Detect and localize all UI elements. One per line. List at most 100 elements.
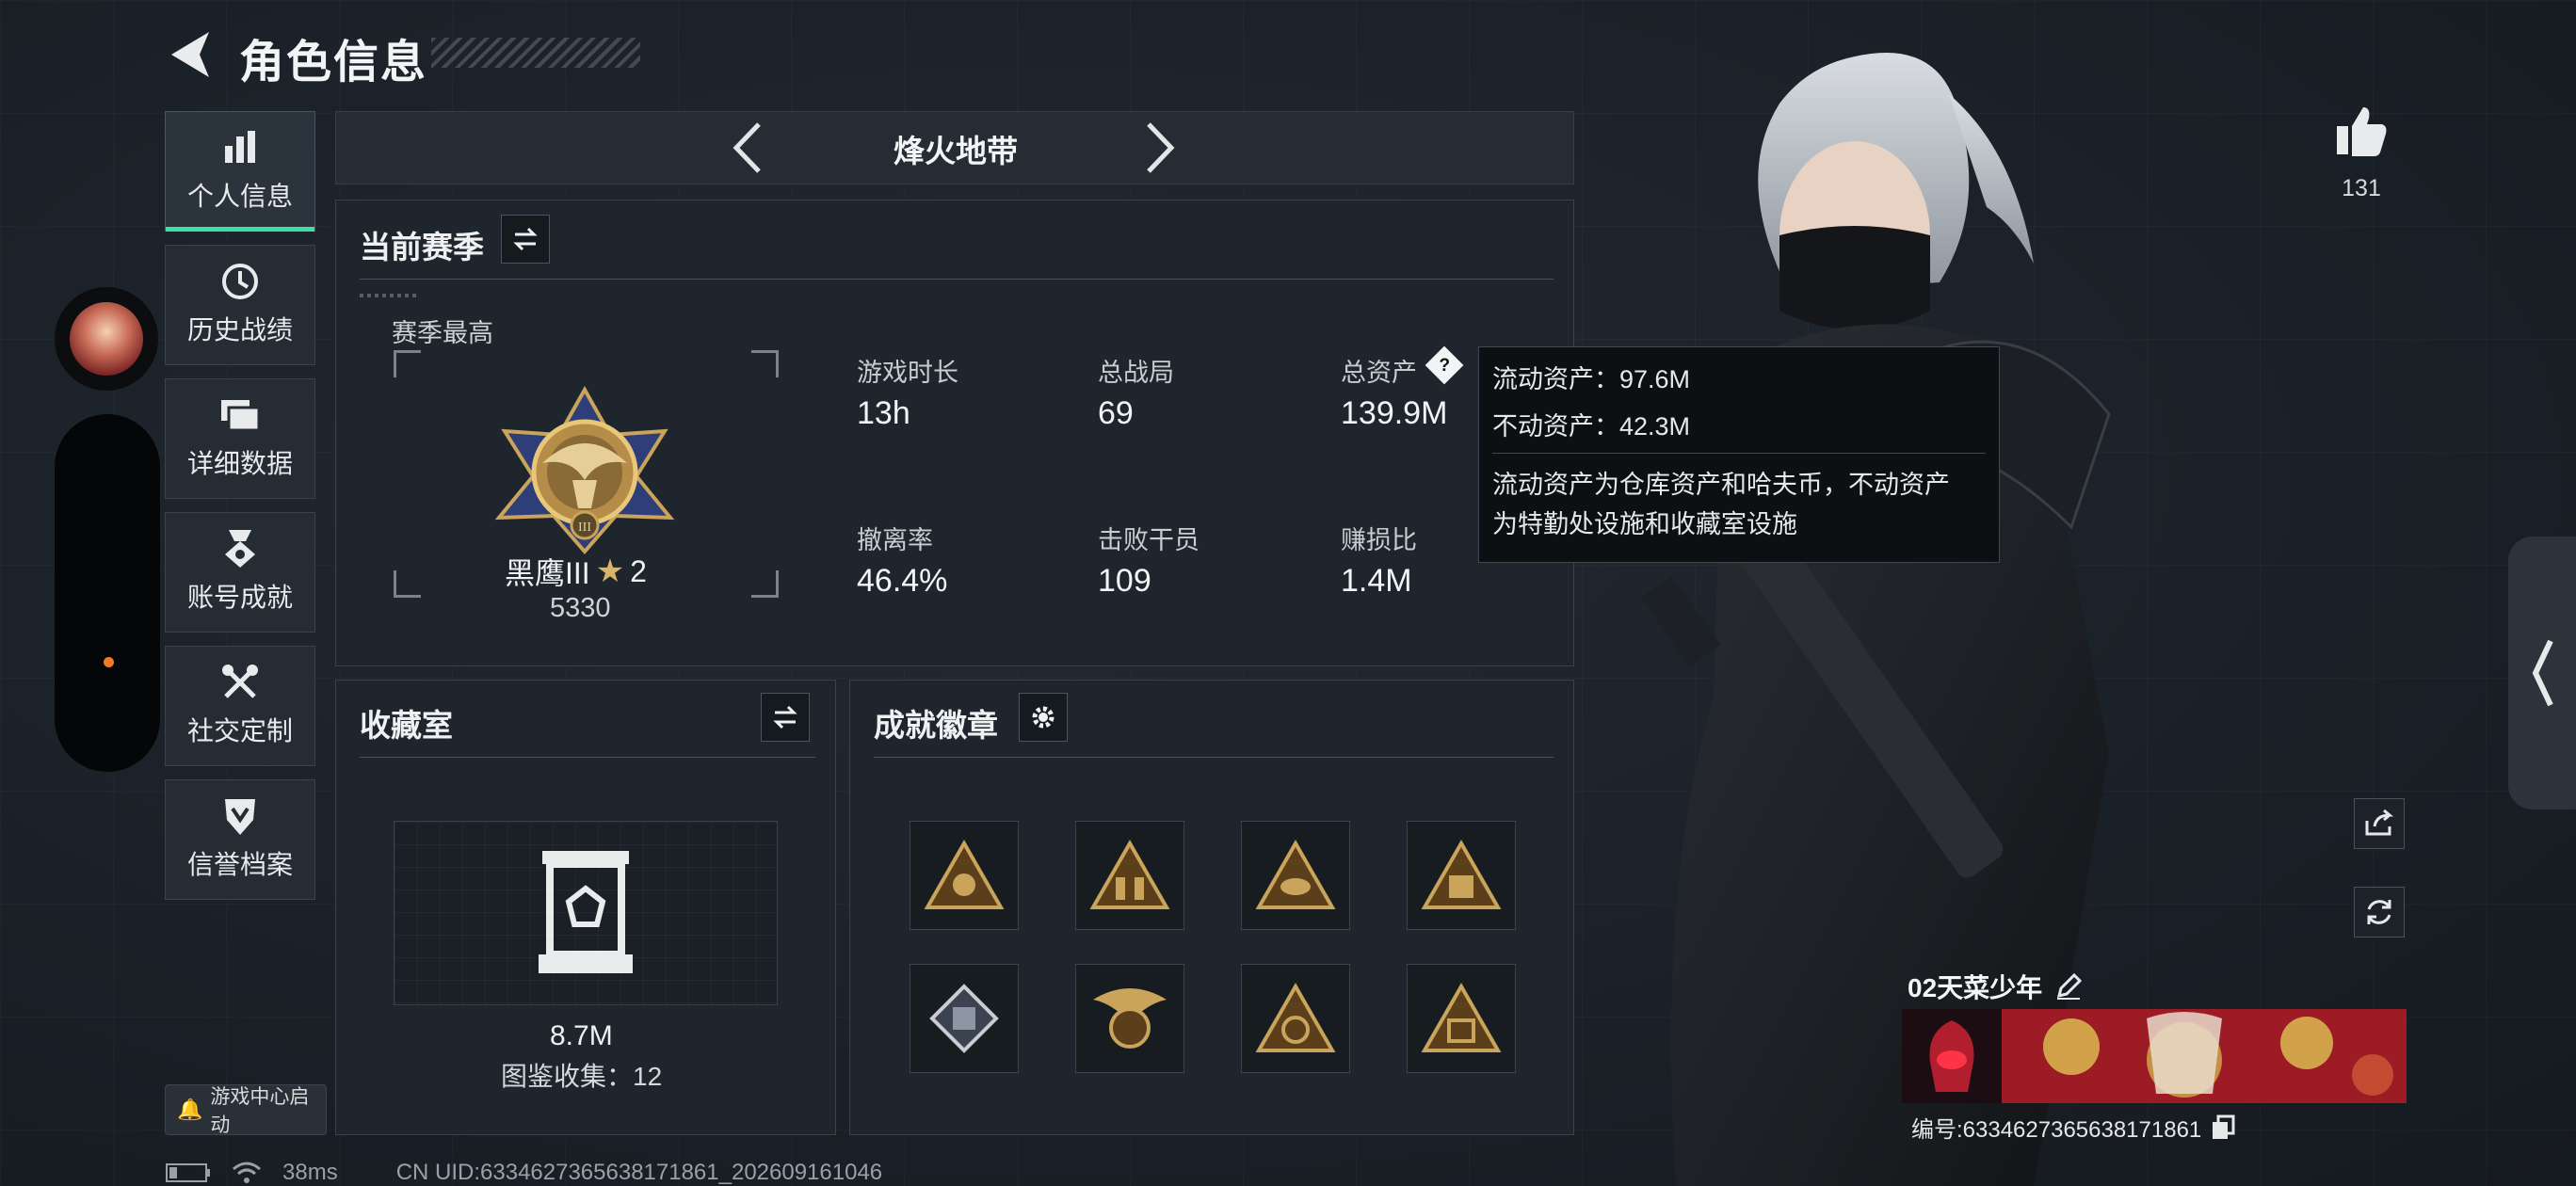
stat-label: 总资产 — [1341, 359, 1417, 387]
swap-collection-button[interactable] — [761, 693, 810, 742]
swap-arrows-icon — [513, 227, 538, 251]
stat-label: 赚损比 — [1341, 526, 1417, 554]
edit-pencil-icon[interactable] — [2055, 973, 2083, 1000]
stat-label: 总战局 — [1098, 359, 1174, 387]
chevron-left-icon — [2532, 639, 2553, 707]
triangle-s8-icon — [1421, 983, 1502, 1052]
triangle-s9-icon — [1255, 983, 1336, 1052]
game-center-button[interactable]: 🔔 游戏中心启动 — [165, 1084, 327, 1136]
sidebar-item-label: 详细数据 — [186, 449, 293, 478]
wifi-icon — [233, 1162, 261, 1183]
player-id-row: 编号:6334627365638171861 — [1911, 1111, 2235, 1144]
rank-stars: 2 — [630, 553, 647, 588]
sidebar-item-label: 历史战绩 — [186, 315, 293, 345]
like-count: 131 — [2342, 175, 2381, 201]
achievement-badge[interactable] — [1075, 964, 1184, 1073]
ping-value: 38ms — [282, 1160, 338, 1185]
divider — [360, 279, 1554, 280]
friend-avatar[interactable] — [55, 287, 158, 391]
player-name-row: 02天菜少年 — [1908, 968, 2083, 1005]
fixed-assets-text: 不动资产：42.3M — [1492, 412, 1691, 441]
sidebar-item-social[interactable]: 社交定制 — [165, 646, 315, 766]
battery-icon — [166, 1163, 210, 1182]
share-button[interactable] — [2354, 798, 2405, 849]
sidebar-item-label: 信誉档案 — [186, 850, 293, 879]
rank-name: 黑鹰III — [505, 556, 590, 590]
frame-corner — [394, 570, 421, 598]
divider-decoration — [360, 294, 416, 297]
stat-value: 46.4% — [857, 563, 948, 599]
stat-label: 击败干员 — [1098, 526, 1199, 554]
assets-tooltip: 流动资产：97.6M 不动资产：42.3M 流动资产为仓库资产和哈夫币，不动资产… — [1478, 346, 2000, 563]
cube-crate-icon — [929, 984, 999, 1053]
status-bar: 38ms CN UID:6334627365638171861_20260916… — [166, 1160, 882, 1186]
stat-value: 69 — [1098, 395, 1134, 431]
sidebar-item-personal-info[interactable]: 个人信息 — [165, 111, 315, 232]
refresh-icon — [2367, 900, 2391, 924]
swap-season-button[interactable] — [501, 215, 550, 264]
swap-arrows-icon — [773, 705, 797, 729]
achievement-badge[interactable] — [1241, 821, 1350, 930]
collection-panel-title: 收藏室 — [360, 708, 453, 743]
notification-dot — [104, 657, 114, 667]
season-best-label: 赛季最高 — [392, 319, 493, 347]
achievement-badge[interactable] — [1407, 821, 1516, 930]
tooltip-description-line2: 为特勤处设施和收藏室设施 — [1492, 510, 1797, 538]
thumbs-up-icon[interactable] — [2333, 104, 2390, 160]
season-panel-title: 当前赛季 — [360, 230, 484, 264]
stat-label: 游戏时长 — [857, 359, 958, 387]
rank-row: 黑鹰III ★ 2 — [505, 550, 647, 593]
sidebar-item-reputation[interactable]: 信誉档案 — [165, 779, 315, 900]
game-center-label: 游戏中心启动 — [210, 1086, 310, 1136]
folder-stack-icon — [219, 396, 261, 434]
achievement-settings-button[interactable] — [1019, 693, 1068, 742]
copy-icon[interactable] — [2211, 1114, 2235, 1141]
chevron-right-icon[interactable] — [1135, 119, 1183, 177]
player-id: 编号:6334627365638171861 — [1911, 1117, 2202, 1143]
eagle-crest-icon — [1093, 988, 1167, 1049]
uid-text: CN UID:6334627365638171861_202609161046 — [395, 1160, 883, 1185]
triangle-eye-icon — [1255, 840, 1336, 909]
sidebar-item-detailed-data[interactable]: 详细数据 — [165, 378, 315, 499]
back-arrow-icon[interactable] — [166, 28, 213, 81]
svg-text:III: III — [578, 521, 591, 535]
stat-value: 139.9M — [1341, 395, 1448, 431]
page-title: 角色信息 — [239, 38, 428, 88]
achievement-badge[interactable] — [1241, 964, 1350, 1073]
triangle-soldiers-icon — [1089, 840, 1170, 909]
divider — [360, 757, 815, 758]
side-pill[interactable] — [55, 414, 160, 772]
triangle-emblem-icon — [924, 840, 1005, 909]
bell-icon: 🔔 — [177, 1098, 203, 1121]
bar-chart-icon — [221, 129, 259, 167]
liquid-assets-text: 流动资产：97.6M — [1492, 365, 1691, 393]
expand-panel-tab[interactable] — [2508, 537, 2576, 809]
refresh-button[interactable] — [2354, 887, 2405, 938]
collection-value: 8.7M — [550, 1020, 613, 1051]
player-name: 02天菜少年 — [1908, 973, 2043, 1002]
frame-corner — [751, 570, 779, 598]
star-icon: ★ — [595, 553, 625, 589]
achievement-badge[interactable] — [1407, 964, 1516, 1073]
stat-value: 13h — [857, 395, 910, 431]
stat-label: 撤离率 — [857, 526, 933, 554]
stat-value: 1.4M — [1341, 563, 1412, 599]
triangle-box-icon — [1421, 840, 1502, 909]
player-banner[interactable] — [1902, 1009, 2407, 1103]
achievement-badge[interactable] — [910, 821, 1019, 930]
display-case-icon — [539, 851, 633, 973]
tooltip-divider — [1492, 453, 1986, 454]
share-icon — [2365, 809, 2394, 836]
medal-icon — [221, 530, 259, 568]
frame-corner — [751, 350, 779, 377]
sidebar-item-achievements[interactable]: 账号成就 — [165, 512, 315, 633]
sidebar-item-label: 个人信息 — [186, 182, 293, 211]
title-decoration — [431, 38, 640, 68]
sidebar-item-history[interactable]: 历史战绩 — [165, 245, 315, 365]
tools-icon — [220, 664, 260, 701]
tooltip-description-line1: 流动资产为仓库资产和哈夫币，不动资产 — [1492, 471, 1950, 499]
achievement-badge[interactable] — [1075, 821, 1184, 930]
achievement-badge[interactable] — [910, 964, 1019, 1073]
chevron-left-icon[interactable] — [725, 119, 772, 177]
catalog-count: 图鉴收集：12 — [501, 1062, 663, 1091]
